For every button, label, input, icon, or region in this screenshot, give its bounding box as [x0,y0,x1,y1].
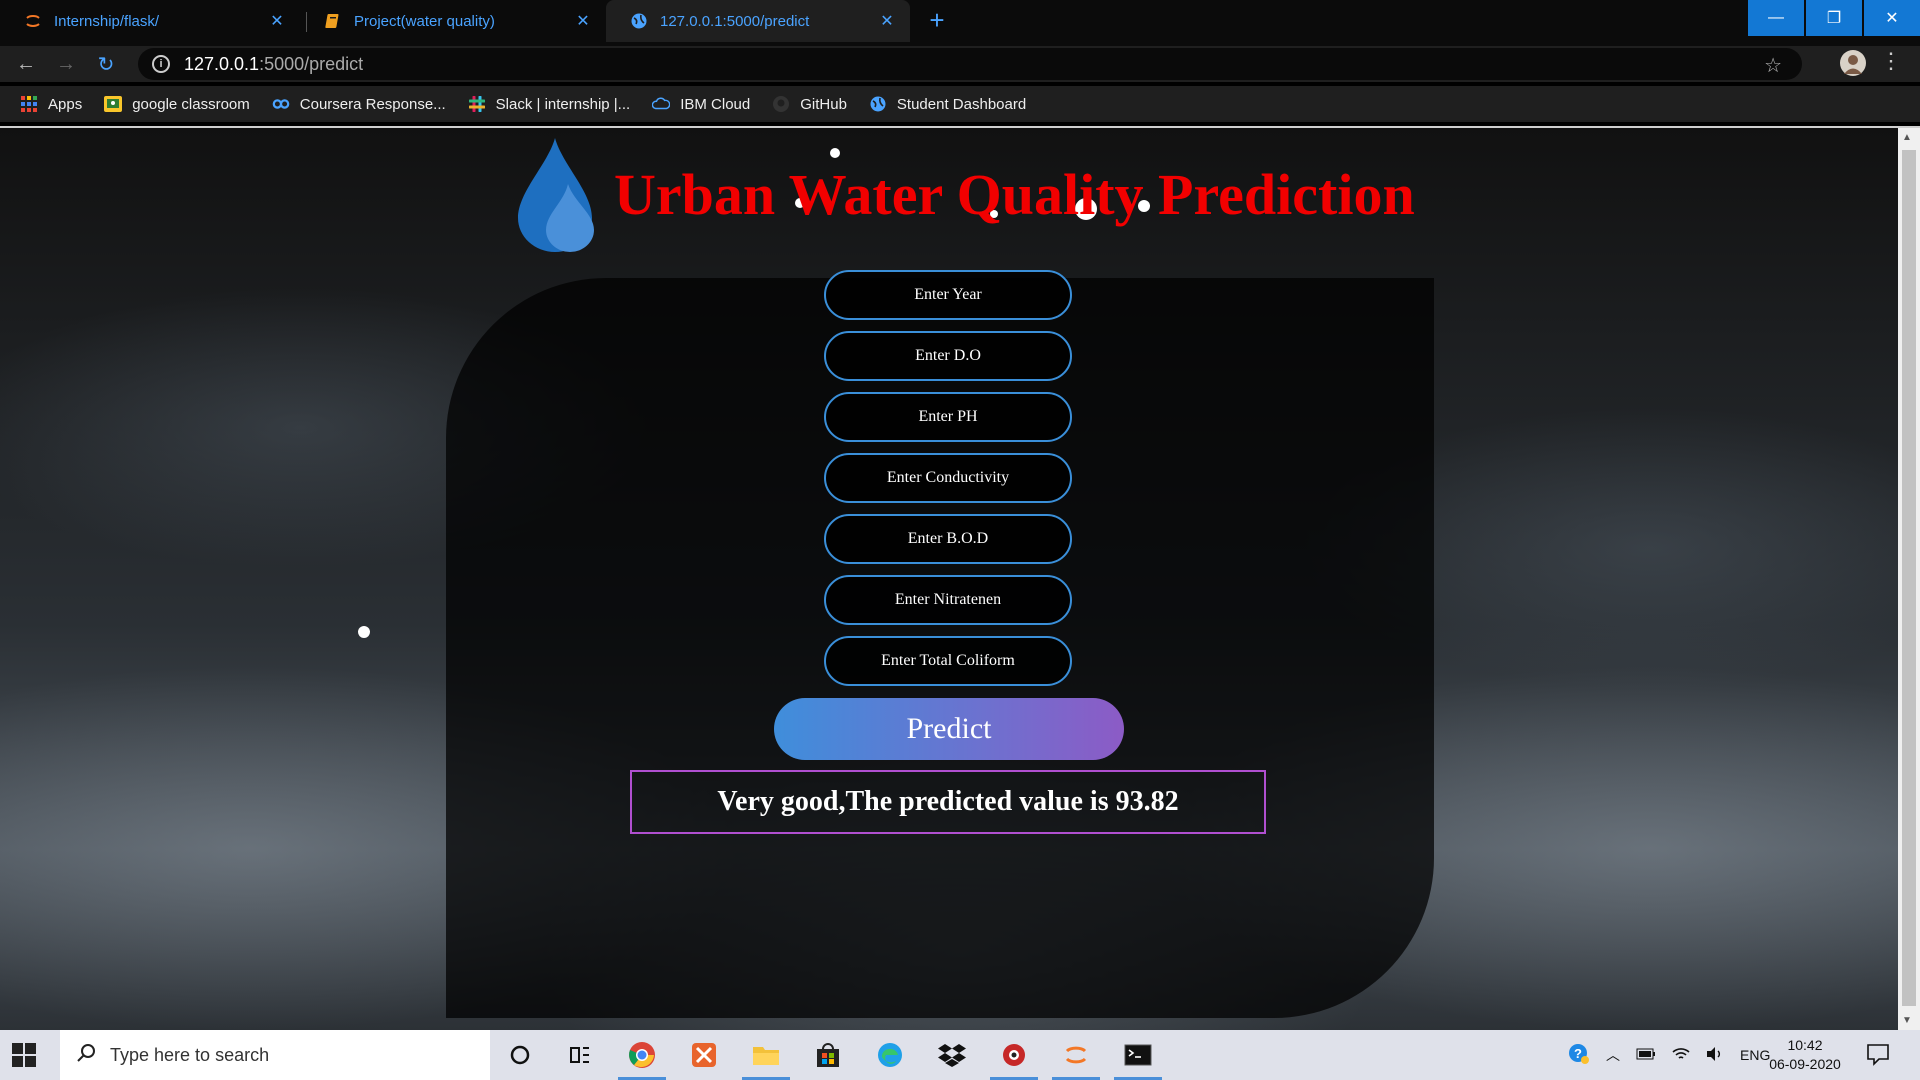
do-input[interactable] [824,331,1072,381]
url-host: 127.0.0.1 [184,53,260,74]
bookmark-label: Coursera Response... [299,95,446,113]
url-input[interactable]: i 127.0.0.1:5000/predict ☆ [138,48,1802,80]
apps-grid-icon [20,95,38,113]
tab-internship-flask[interactable]: Internship/flask/ ✕ [0,0,300,42]
page-scrollbar[interactable]: ▲ ▼ [1898,128,1920,1030]
ph-input[interactable] [824,392,1072,442]
bookmark-label: GitHub [800,95,847,113]
bookmark-label: google classroom [132,95,250,113]
github-icon [772,95,790,113]
scroll-up-icon[interactable]: ▲ [1902,132,1912,143]
slack-icon [468,95,486,113]
bookmark-label: Slack | internship |... [495,95,631,113]
info-icon[interactable]: i [152,55,170,73]
address-bar-row: ← → ↻ i 127.0.0.1:5000/predict ☆ [0,46,1920,82]
help-icon[interactable]: ? [1568,1043,1590,1068]
water-drop-icon [518,138,594,252]
clock-date: 06-09-2020 [1769,1056,1841,1072]
bookmark-coursera[interactable]: Coursera Response... [272,95,446,113]
battery-icon[interactable] [1636,1047,1656,1063]
close-icon[interactable]: ✕ [574,11,592,31]
ibm-cloud-icon [652,95,671,113]
scroll-down-icon[interactable]: ▼ [1902,1015,1912,1026]
url-path: :5000/predict [259,53,364,74]
tab-project-water-quality[interactable]: Project(water quality) ✕ [300,0,606,42]
chrome-icon[interactable] [612,1030,672,1080]
bookmark-label: IBM Cloud [680,95,751,113]
system-tray: ? ︿ ENG [1560,1030,1778,1080]
result-box: Very good,The predicted value is 93.82 [630,770,1266,834]
globe-icon [630,12,648,30]
conductivity-input[interactable] [824,453,1072,503]
scroll-thumb[interactable] [1902,150,1916,1006]
jupyter-icon[interactable] [1046,1030,1106,1080]
profile-avatar[interactable] [1840,50,1866,76]
bookmark-ibm-cloud[interactable]: IBM Cloud [652,95,750,113]
page-viewport: Urban Water Quality Prediction Predict V… [0,128,1898,1030]
svg-text:?: ? [1574,1046,1582,1061]
windows-taskbar: Type here to search ? ︿ ENG 10:42 06-09-… [0,1030,1920,1080]
search-icon [76,1043,96,1068]
notebook-icon [324,12,342,30]
window-close-button[interactable]: ✕ [1864,0,1920,36]
dropbox-icon[interactable] [922,1030,982,1080]
forward-arrow-icon[interactable]: → [52,50,80,78]
water-droplet [358,626,370,638]
app-icon[interactable] [674,1030,734,1080]
minimize-button[interactable]: — [1748,0,1804,36]
bod-input[interactable] [824,514,1072,564]
bookmark-label: Apps [48,95,83,113]
notification-icon[interactable] [1866,1042,1890,1066]
terminal-icon[interactable] [1108,1030,1168,1080]
bookmark-star-icon[interactable]: ☆ [1764,53,1782,78]
prediction-result: Very good,The predicted value is 93.82 [717,786,1179,817]
bookmark-label: Student Dashboard [896,95,1027,113]
close-icon[interactable]: ✕ [268,11,286,31]
reload-icon[interactable]: ↻ [92,50,120,78]
page-title: Urban Water Quality Prediction [614,161,1415,227]
browser-tab-strip: Internship/flask/ ✕ Project(water qualit… [0,0,1920,46]
predict-button[interactable]: Predict [774,698,1124,760]
header: Urban Water Quality Prediction [510,134,1415,254]
classroom-icon [104,95,123,113]
bookmark-slack[interactable]: Slack | internship |... [468,95,631,113]
tab-label: Project(water quality) [354,12,495,30]
back-arrow-icon[interactable]: ← [12,50,40,78]
bookmark-google-classroom[interactable]: google classroom [104,95,250,113]
volume-icon[interactable] [1706,1046,1724,1065]
coursera-icon [272,95,290,113]
taskbar-search[interactable]: Type here to search [60,1030,490,1080]
search-placeholder: Type here to search [110,1044,270,1065]
app-icon[interactable] [984,1030,1044,1080]
bookmark-github[interactable]: GitHub [772,95,847,113]
windows-start-icon[interactable] [12,1043,36,1067]
total-coliform-input[interactable] [824,636,1072,686]
browser-menu-icon[interactable]: ⋮ [1880,48,1902,74]
tab-predict[interactable]: 127.0.0.1:5000/predict ✕ [606,0,910,42]
task-view-icon[interactable] [550,1030,610,1080]
nitratenen-input[interactable] [824,575,1072,625]
clock-time: 10:42 [1787,1037,1823,1053]
wifi-icon[interactable] [1672,1046,1690,1065]
store-icon[interactable] [798,1030,858,1080]
bookmark-apps[interactable]: Apps [20,95,82,113]
year-input[interactable] [824,270,1072,320]
restore-button[interactable]: ❐ [1806,0,1862,36]
globe-icon [869,95,887,113]
edge-icon[interactable] [860,1030,920,1080]
close-icon[interactable]: ✕ [878,11,896,31]
bookmark-student-dashboard[interactable]: Student Dashboard [869,95,1026,113]
chevron-up-icon[interactable]: ︿ [1606,1045,1620,1065]
file-explorer-icon[interactable] [736,1030,796,1080]
tab-label: 127.0.0.1:5000/predict [660,12,810,30]
new-tab-button[interactable]: + [922,5,952,35]
clock[interactable]: 10:42 06-09-2020 [1760,1036,1850,1074]
jupyter-icon [24,12,42,30]
cortana-icon[interactable] [490,1030,550,1080]
bookmarks-bar: Apps google classroom Coursera Response.… [0,86,1920,122]
tab-label: Internship/flask/ [54,12,160,30]
